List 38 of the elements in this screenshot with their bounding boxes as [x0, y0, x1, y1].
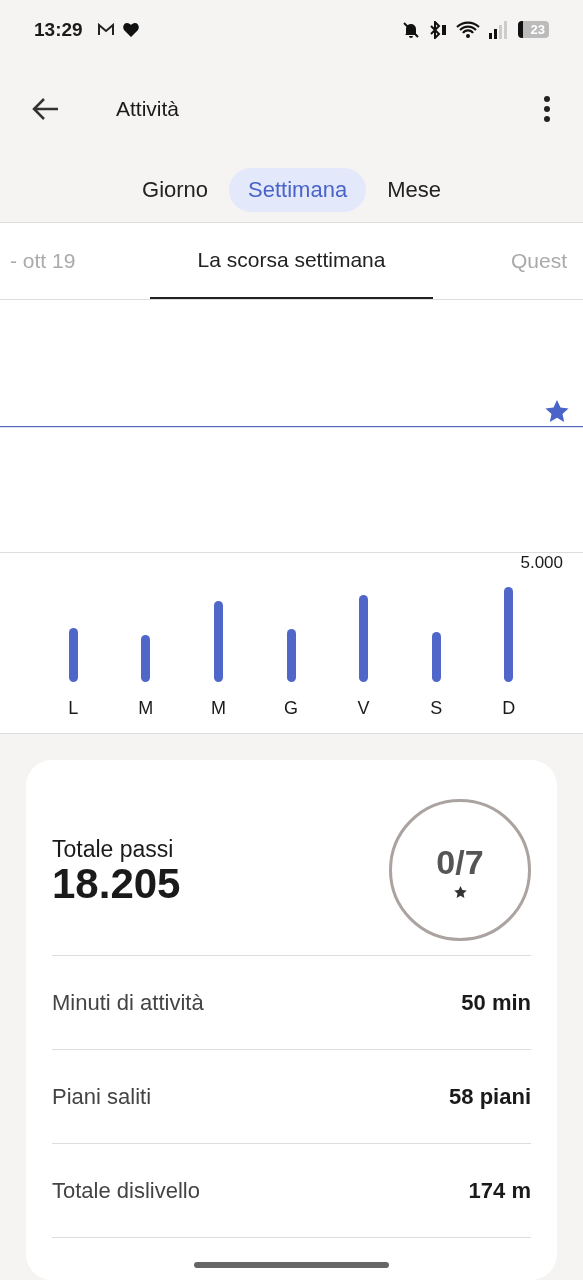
step-bar	[431, 631, 441, 682]
heart-icon	[122, 22, 139, 37]
total-steps-label: Totale passi	[52, 835, 175, 863]
stat-value: 58 piani	[449, 1083, 531, 1110]
more-menu-icon[interactable]	[543, 95, 551, 122]
range-tab[interactable]: Settimana	[229, 167, 367, 212]
total-steps-value: 18.205	[52, 862, 181, 905]
day-label: V	[357, 697, 370, 719]
battery-indicator: 23	[517, 21, 549, 39]
range-tab[interactable]: Giorno	[123, 167, 228, 212]
goal-days-count: 0/7	[436, 842, 484, 882]
period-tab[interactable]: La scorsa settimana	[150, 222, 433, 299]
stat-label: Minuti di attività	[52, 989, 204, 1016]
stat-label: Piani saliti	[52, 1083, 152, 1110]
day-label: L	[68, 697, 79, 719]
star-icon	[453, 885, 467, 898]
signal-icon	[487, 20, 510, 39]
day-label: G	[284, 697, 299, 719]
bluetooth-icon	[427, 20, 448, 39]
stat-label: Totale dislivello	[52, 1177, 200, 1204]
wifi-icon	[455, 20, 480, 39]
back-arrow-icon[interactable]	[32, 96, 60, 121]
mute-bell-icon	[401, 20, 420, 39]
stat-value: 50 min	[461, 989, 531, 1016]
step-bar	[286, 628, 296, 682]
day-label: D	[502, 697, 516, 719]
step-bar	[141, 634, 151, 682]
page-title: Attività	[116, 96, 180, 121]
status-time: 13:29	[34, 18, 83, 41]
star-icon	[545, 399, 569, 422]
day-label: S	[430, 697, 443, 719]
goal-value-label: 5.000	[520, 552, 563, 573]
stat-value: 174 m	[468, 1177, 531, 1204]
day-label: M	[138, 697, 154, 719]
mail-icon	[96, 22, 115, 37]
range-tab[interactable]: Mese	[368, 167, 460, 212]
day-label: M	[210, 697, 226, 719]
step-bar	[68, 627, 78, 682]
